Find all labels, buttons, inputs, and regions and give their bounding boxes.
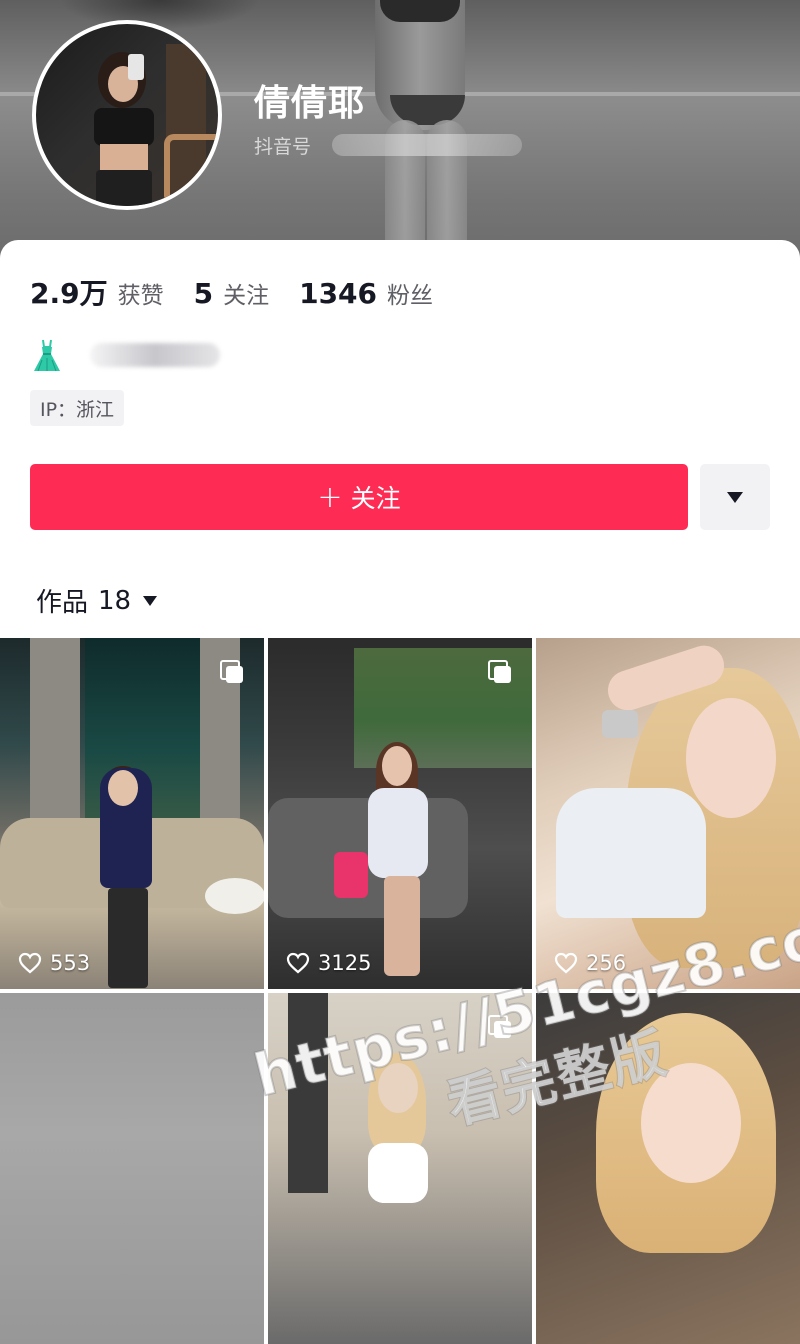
works-label: 作品 [36,588,89,618]
stat-following[interactable]: 5 关注 [194,276,269,310]
more-options-button[interactable] [700,464,770,530]
dropdown-triangle-icon [143,595,158,606]
ip-location-tag: IP：浙江 [30,390,125,426]
bio-redacted [90,343,220,367]
work-thumbnail[interactable] [268,993,532,1344]
multi-image-icon [488,660,511,683]
like-count-value: 256 [586,951,627,975]
stat-label: 获赞 [117,283,164,309]
like-count: 256 [554,951,626,975]
multi-image-icon [488,1015,511,1038]
dropdown-triangle-icon [727,491,743,503]
plus-icon: + [317,479,343,515]
work-thumbnail[interactable]: 553 [0,638,264,989]
dress-icon [34,339,60,372]
heart-icon [286,952,310,974]
heart-icon [18,952,42,974]
heart-icon [554,952,578,974]
stat-followers[interactable]: 1346 粉丝 [299,276,433,310]
work-thumbnail[interactable] [536,993,800,1344]
like-count-value: 3125 [318,951,372,975]
stat-value: 2.9万 [30,277,108,310]
profile-stats: 2.9万 获赞 5 关注 1346 粉丝 [30,272,463,312]
works-grid: 553 3125 256 [0,638,800,1344]
nickname: 倩倩耶 [254,83,366,124]
tab-works[interactable]: 作品 18 [36,582,158,619]
stat-likes[interactable]: 2.9万 获赞 [30,272,164,312]
profile-banner: 倩倩耶 抖音号 [0,0,800,270]
banner-figure [345,0,485,260]
like-count: 3125 [286,951,371,975]
works-count: 18 [98,585,132,616]
work-thumbnail[interactable]: 3125 [268,638,532,989]
douyin-id-redacted [332,134,522,156]
stat-label: 粉丝 [387,283,434,309]
like-count: 553 [18,951,90,975]
follow-label: 关注 [350,484,401,513]
stat-value: 5 [193,277,214,310]
like-count-value: 553 [50,951,91,975]
avatar[interactable] [32,20,222,210]
douyin-id-label: 抖音号 [254,136,312,158]
work-thumbnail[interactable]: 256 [536,638,800,989]
follow-button[interactable]: + 关注 [30,464,688,530]
stat-label: 关注 [223,283,270,309]
multi-image-icon [220,660,243,683]
stat-value: 1346 [299,277,378,310]
work-thumbnail[interactable] [0,993,264,1344]
